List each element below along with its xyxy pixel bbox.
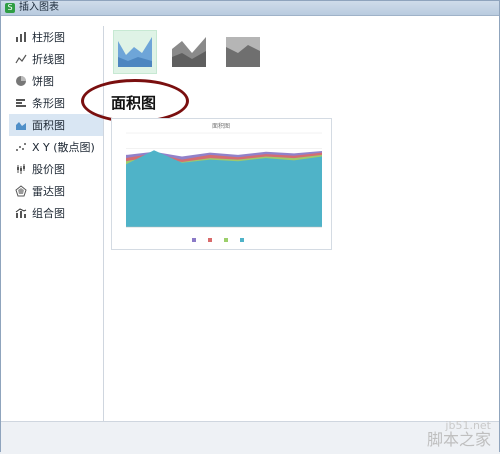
thumbnail-stacked-area[interactable] [167, 30, 211, 74]
chart-title: 面积图 [212, 122, 230, 130]
sidebar-item-label: 股价图 [32, 163, 65, 176]
pie-chart-icon [16, 76, 26, 86]
subtype-thumbnails [113, 30, 265, 74]
sidebar-item-label: X Y (散点图) [32, 141, 95, 154]
legend-swatch [208, 238, 212, 242]
sidebar-item-label: 条形图 [32, 97, 65, 110]
sidebar-item-stock[interactable]: 股价图 [9, 158, 103, 180]
sidebar-item-combo[interactable]: 组合图 [9, 202, 103, 224]
sidebar-item-label: 饼图 [32, 75, 54, 88]
sidebar-item-scatter[interactable]: X Y (散点图) [9, 136, 103, 158]
area-chart-preview: 面积图 [126, 122, 322, 242]
percent-stacked-area-thumbnail-icon [226, 37, 260, 67]
sidebar-item-line[interactable]: 折线图 [9, 48, 103, 70]
thumbnail-area[interactable] [113, 30, 157, 74]
radar-chart-icon [15, 185, 27, 197]
chart-options-panel: 面积图 面积图 [81, 16, 497, 421]
stock-chart-icon [17, 164, 25, 174]
sidebar-item-radar[interactable]: 雷达图 [9, 180, 103, 202]
sidebar-item-label: 折线图 [32, 53, 65, 66]
watermark-brand: 脚本之家 [426, 430, 491, 449]
insert-chart-dialog: S 插入图表 柱形图 折线图 饼图 条形图 面积图 X Y (散点图) 股价图 … [0, 0, 500, 454]
app-icon: S [5, 3, 15, 13]
stacked-area-thumbnail-icon [172, 37, 206, 67]
scatter-chart-icon [16, 143, 26, 151]
window-title: 插入图表 [19, 2, 59, 13]
page-title: 面积图 [111, 94, 157, 112]
legend-swatch [240, 238, 244, 242]
sidebar-item-column[interactable]: 柱形图 [9, 26, 103, 48]
watermark: jb51.net 脚本之家 [426, 419, 491, 449]
column-chart-icon [16, 32, 26, 42]
title-bar[interactable]: S 插入图表 [1, 1, 499, 16]
sidebar-item-label: 面积图 [32, 119, 65, 132]
area-chart-icon [16, 122, 26, 130]
sidebar-item-label: 雷达图 [32, 185, 65, 198]
legend-swatch [192, 238, 196, 242]
thumbnail-percent-stacked-area[interactable] [221, 30, 265, 74]
line-chart-icon [15, 54, 27, 64]
dialog-body: 柱形图 折线图 饼图 条形图 面积图 X Y (散点图) 股价图 雷达图 组合图… [1, 16, 499, 421]
sidebar-item-area[interactable]: 面积图 [9, 114, 103, 136]
bar-chart-icon [16, 99, 26, 107]
area-thumbnail-icon [118, 37, 152, 67]
combo-chart-icon [15, 208, 27, 218]
sidebar-item-label: 柱形图 [32, 31, 65, 44]
chart-preview[interactable]: 面积图 [111, 118, 332, 250]
area-series [126, 150, 322, 227]
legend-swatch [224, 238, 228, 242]
dialog-footer [1, 421, 499, 454]
sidebar-item-label: 组合图 [32, 207, 65, 220]
chart-type-list: 柱形图 折线图 饼图 条形图 面积图 X Y (散点图) 股价图 雷达图 组合图 [9, 26, 104, 421]
